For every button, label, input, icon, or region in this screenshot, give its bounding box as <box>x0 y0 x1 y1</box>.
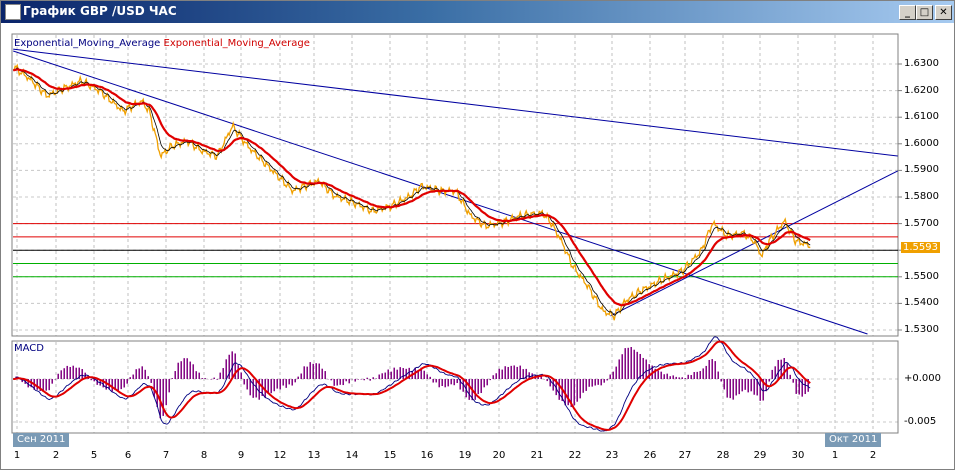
date-tick: 19 <box>458 450 472 461</box>
price-panel-frame <box>11 33 899 337</box>
date-tick: 29 <box>753 450 767 461</box>
chart-window: График GBP /USD ЧАС _ □ ✕ Exponential_Mo… <box>0 0 955 470</box>
date-tick: 27 <box>678 450 692 461</box>
price-tick: 1.5400 <box>904 297 939 309</box>
date-tick: 16 <box>420 450 434 461</box>
price-chart[interactable] <box>1 1 954 469</box>
macd-tick: -0.005 <box>904 416 937 427</box>
month-label-oct: Окт 2011 <box>825 433 882 447</box>
date-tick: 9 <box>237 450 245 461</box>
macd-label: MACD <box>14 343 44 354</box>
date-tick: 8 <box>200 450 208 461</box>
date-tick: 20 <box>492 450 506 461</box>
date-tick: 21 <box>530 450 544 461</box>
date-tick: 15 <box>383 450 397 461</box>
last-price-badge: 1.5593 <box>901 242 940 253</box>
price-tick: 1.5300 <box>904 324 939 335</box>
date-tick: 2 <box>869 450 877 461</box>
price-tick: 1.5800 <box>904 191 939 202</box>
price-tick: 1.5700 <box>904 217 939 229</box>
indicator-legend: Exponential_Moving_Average Exponential_M… <box>14 38 310 49</box>
date-tick: 5 <box>90 450 98 461</box>
date-tick: 28 <box>716 450 730 461</box>
date-tick: 22 <box>568 450 582 461</box>
date-tick: 14 <box>345 450 359 461</box>
date-tick: 30 <box>791 450 805 461</box>
price-tick: 1.5900 <box>904 164 939 176</box>
macd-line <box>13 336 811 432</box>
price-tick: 1.6000 <box>904 137 939 149</box>
date-tick: 1 <box>831 450 839 461</box>
price-tick: 1.6300 <box>904 58 939 69</box>
price-tick: 1.5500 <box>904 270 939 282</box>
date-tick: 2 <box>52 450 60 461</box>
macd-tick: +0.000 <box>904 373 942 384</box>
macd-signal-line <box>13 340 811 431</box>
legend-ema-fast[interactable]: Exponential_Moving_Average <box>14 38 160 49</box>
date-tick: 12 <box>273 450 287 461</box>
trend-line <box>13 48 898 157</box>
legend-ema-slow[interactable]: Exponential_Moving_Average <box>164 38 310 49</box>
ema-slow-line <box>13 68 811 307</box>
date-tick: 26 <box>643 450 657 461</box>
date-tick: 7 <box>162 450 170 461</box>
date-tick: 1 <box>13 450 21 461</box>
price-tick: 1.6200 <box>904 84 939 96</box>
date-tick: 23 <box>605 450 619 461</box>
month-label-sep: Сен 2011 <box>13 433 70 447</box>
price-tick: 1.6100 <box>904 111 939 123</box>
date-tick: 13 <box>307 450 321 461</box>
date-tick: 6 <box>124 450 132 461</box>
